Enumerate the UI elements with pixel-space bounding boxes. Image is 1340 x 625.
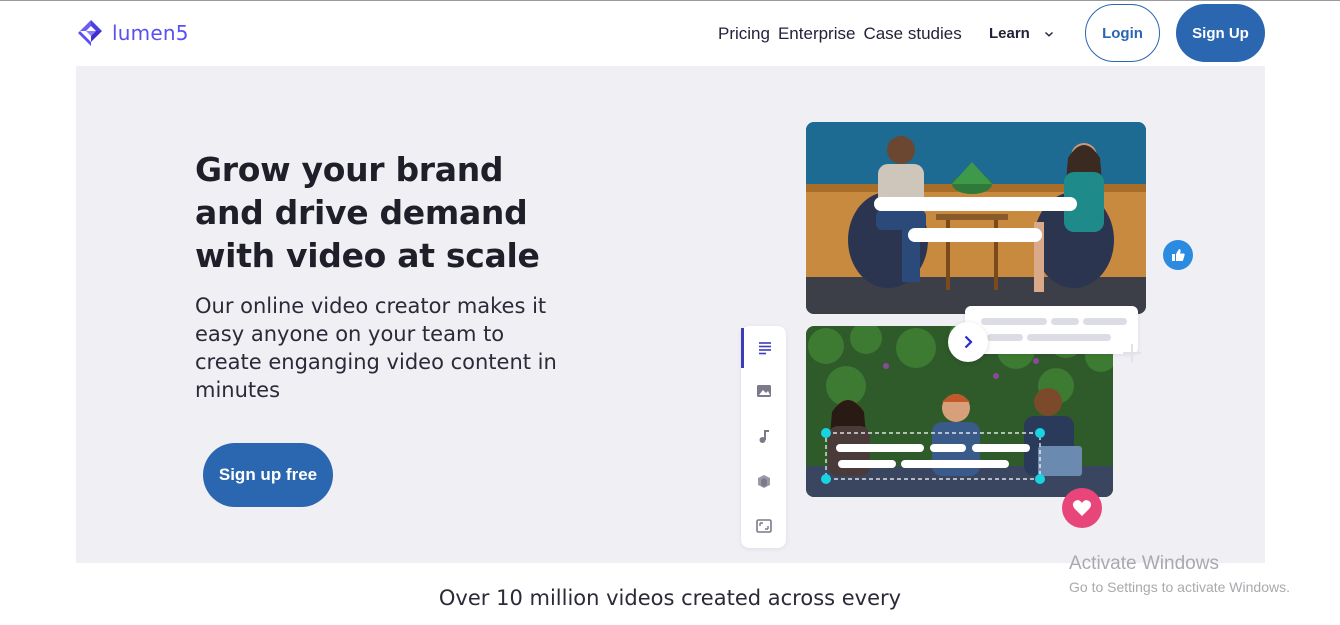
nav-enterprise[interactable]: Enterprise	[778, 24, 855, 44]
heart-icon	[1062, 488, 1102, 528]
lumen5-logo[interactable]: lumen5	[76, 18, 189, 48]
hero-title-line: and drive demand	[195, 193, 528, 232]
top-border	[0, 0, 1340, 1]
signup-button[interactable]: Sign Up	[1176, 4, 1265, 62]
activate-windows-title: Activate Windows	[1069, 553, 1219, 574]
nav-case-studies[interactable]: Case studies	[863, 24, 961, 44]
resize-icon[interactable]	[741, 506, 786, 546]
thumbs-up-icon	[1163, 240, 1193, 270]
text-lines-icon[interactable]	[741, 328, 786, 368]
stats-tagline: Over 10 million videos created across ev…	[438, 586, 902, 610]
nav-learn-label: Learn	[989, 25, 1030, 42]
signup-free-button[interactable]: Sign up free	[203, 443, 333, 507]
editor-side-toolbar	[741, 326, 786, 548]
nav-learn-dropdown[interactable]: Learn	[989, 25, 1054, 42]
chevron-right-icon	[964, 335, 973, 349]
next-arrow-button[interactable]	[948, 322, 988, 362]
music-note-icon[interactable]	[741, 416, 786, 456]
hero-title: Grow your brand and drive demand with vi…	[195, 148, 555, 277]
image-icon[interactable]	[741, 371, 786, 411]
hero-title-line: Grow your brand	[195, 150, 504, 189]
text-options-card	[965, 306, 1138, 354]
logo-text: lumen5	[112, 21, 189, 45]
login-button[interactable]: Login	[1085, 4, 1160, 62]
layers-icon[interactable]	[741, 461, 786, 501]
main-nav: Pricing Enterprise Case studies Learn	[718, 24, 1053, 44]
lumen5-logo-icon	[78, 20, 102, 46]
meeting-photo	[806, 122, 1146, 314]
hero-subtitle: Our online video creator makes it easy a…	[195, 294, 557, 402]
hero-section: Grow your brand and drive demand with vi…	[76, 66, 1265, 563]
move-icon[interactable]	[1121, 342, 1143, 364]
chevron-down-icon	[1044, 31, 1053, 37]
nav-pricing[interactable]: Pricing	[718, 24, 770, 44]
hero-title-line: with video at scale	[195, 236, 540, 275]
